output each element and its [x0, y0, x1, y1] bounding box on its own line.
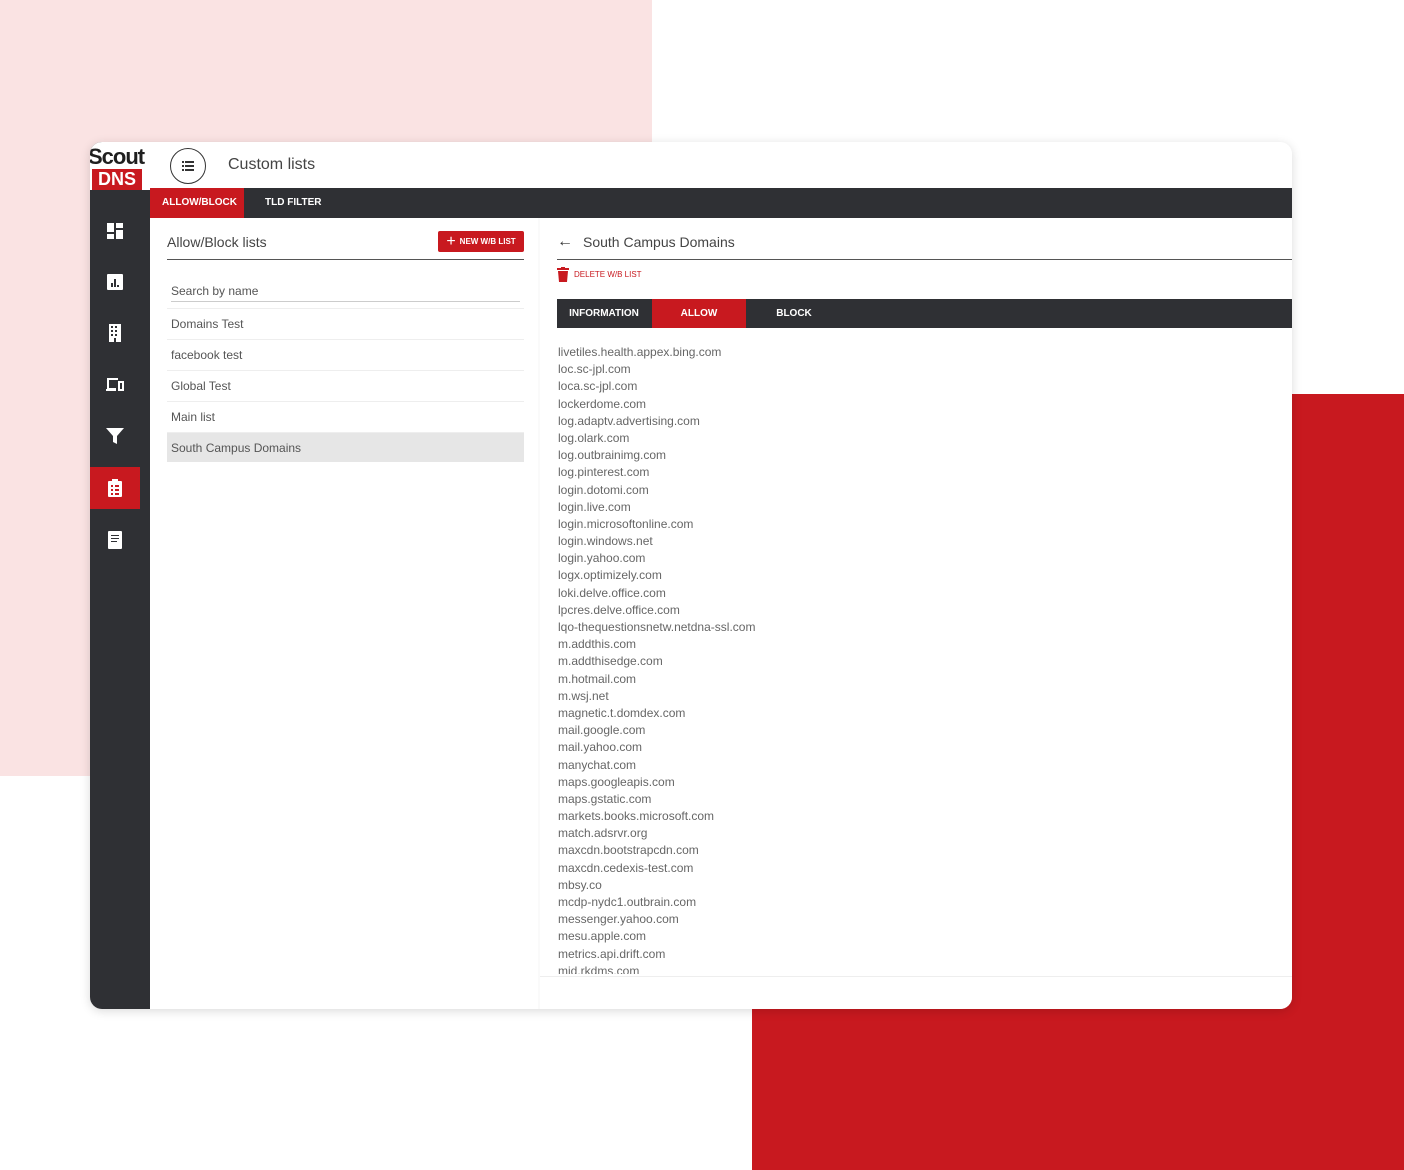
domain-list-item: match.adsrvr.org [558, 826, 648, 841]
domain-list-item: m.wsj.net [558, 688, 609, 703]
clipboard-list-icon [108, 479, 122, 497]
app-window: Scout DNS Custom lists ALLOW/BLOCK TLD F… [90, 142, 1292, 1009]
divider [167, 259, 524, 260]
tab-allow[interactable]: ALLOW [652, 299, 746, 328]
domain-list-item: magnetic.t.domdex.com [558, 705, 686, 720]
domain-list-item: login.microsoftonline.com [558, 516, 694, 531]
devices-icon [106, 378, 124, 391]
detail-tabbar: INFORMATION ALLOW BLOCK [557, 299, 1292, 328]
domain-list-item: login.dotomi.com [558, 482, 649, 497]
new-list-button[interactable]: + NEW W/B LIST [438, 231, 524, 252]
sidebar-item-filters[interactable] [90, 415, 140, 457]
sidebar-item-docs[interactable] [90, 519, 140, 561]
lists-panel-title: Allow/Block lists [167, 234, 267, 250]
domain-list-item: loc.sc-jpl.com [558, 362, 631, 377]
new-list-button-label: NEW W/B LIST [459, 237, 516, 246]
domain-list-item: m.hotmail.com [558, 671, 637, 686]
domain-list-item: metrics.api.drift.com [558, 946, 666, 961]
domain-list-item: messenger.yahoo.com [558, 912, 679, 927]
list-detail-title: South Campus Domains [583, 234, 735, 250]
list-item-global-test[interactable]: Global Test [167, 370, 524, 400]
domain-list-item: lpcres.delve.office.com [558, 602, 680, 617]
main-tabbar: ALLOW/BLOCK TLD FILTER [150, 188, 1292, 218]
lists-panel: Allow/Block lists + NEW W/B LIST Domains… [150, 218, 538, 1009]
sidebar-item-devices[interactable] [90, 363, 140, 405]
domain-list-item: maxcdn.cedexis-test.com [558, 860, 694, 875]
menu-button[interactable] [170, 148, 206, 184]
domain-list-item: mcdp-nydc1.outbrain.com [558, 895, 697, 909]
domain-list-item: mbsy.co [558, 877, 602, 892]
domain-list-item: livetiles.health.appex.bing.com [558, 345, 722, 359]
domain-list-item: login.windows.net [558, 534, 653, 549]
list-item-main-list[interactable]: Main list [167, 401, 524, 431]
report-icon [107, 274, 123, 290]
sidebar-item-dashboard[interactable] [90, 210, 140, 252]
domain-list-item: mail.yahoo.com [558, 740, 643, 755]
domain-list-item: manychat.com [558, 757, 637, 772]
page-title: Custom lists [228, 156, 316, 173]
book-icon [108, 531, 122, 549]
plus-icon: + [446, 232, 456, 250]
domain-list-item: maxcdn.bootstrapcdn.com [558, 843, 699, 858]
domain-list[interactable]: livetiles.health.appex.bing.com loc.sc-jp… [558, 344, 958, 974]
domain-list-item: login.yahoo.com [558, 551, 646, 566]
back-arrow-icon[interactable]: ← [557, 233, 573, 251]
domain-list-item: mail.google.com [558, 723, 646, 738]
domain-list-item: maps.googleapis.com [558, 774, 675, 789]
sidebar-item-sites[interactable] [90, 312, 140, 354]
domain-list-item: mid.rkdms.com [558, 963, 640, 974]
building-icon [109, 324, 121, 342]
list-item-south-campus-domains[interactable]: South Campus Domains [167, 432, 524, 462]
domain-list-item: markets.books.microsoft.com [558, 809, 715, 824]
list-detail-panel: ← South Campus Domains DELETE W/B LIST I… [540, 218, 1292, 1009]
domain-list-item: lockerdome.com [558, 396, 647, 411]
list-item-facebook-test[interactable]: facebook test [167, 339, 524, 369]
top-header: Custom lists [150, 142, 1292, 188]
domain-list-item: mesu.apple.com [558, 929, 647, 944]
list-item-domains-test[interactable]: Domains Test [167, 308, 524, 338]
tab-information[interactable]: INFORMATION [557, 299, 651, 328]
domain-list-item: log.olark.com [558, 430, 630, 445]
domain-list-item: loca.sc-jpl.com [558, 379, 638, 394]
domain-list-item: log.outbrainimg.com [558, 448, 667, 463]
domain-list-item: maps.gstatic.com [558, 791, 652, 806]
dashboard-icon [107, 223, 123, 239]
sidebar-item-reports[interactable] [90, 261, 140, 303]
domain-list-item: log.adaptv.advertising.com [558, 413, 700, 428]
sidebar-item-custom-lists[interactable] [90, 467, 140, 509]
domain-list-item: logx.optimizely.com [558, 568, 662, 583]
domain-list-item: lqo-thequestionsnetw.netdna-ssl.com [558, 620, 756, 634]
domain-list-item: log.pinterest.com [558, 465, 650, 480]
delete-list-button-label: DELETE W/B LIST [574, 270, 642, 279]
logo-text-top: Scout [90, 144, 145, 169]
tab-allow-block[interactable]: ALLOW/BLOCK [150, 188, 244, 218]
list-icon [182, 161, 194, 171]
trash-icon [557, 267, 569, 282]
logo[interactable]: Scout DNS [90, 142, 150, 190]
domain-list-item: m.addthisedge.com [558, 654, 663, 669]
domain-list-item: login.live.com [558, 499, 631, 514]
domain-list-item: m.addthis.com [558, 637, 637, 652]
divider [540, 976, 1292, 977]
domain-list-item: loki.delve.office.com [558, 585, 666, 600]
tab-block[interactable]: BLOCK [747, 299, 841, 328]
sidebar: Scout DNS [90, 142, 150, 1009]
tab-tld-filter[interactable]: TLD FILTER [253, 188, 333, 218]
search-input[interactable] [171, 280, 520, 302]
divider [557, 259, 1292, 260]
filter-icon [106, 428, 124, 444]
delete-list-button[interactable]: DELETE W/B LIST [557, 267, 642, 282]
logo-text-bottom: DNS [92, 169, 142, 190]
